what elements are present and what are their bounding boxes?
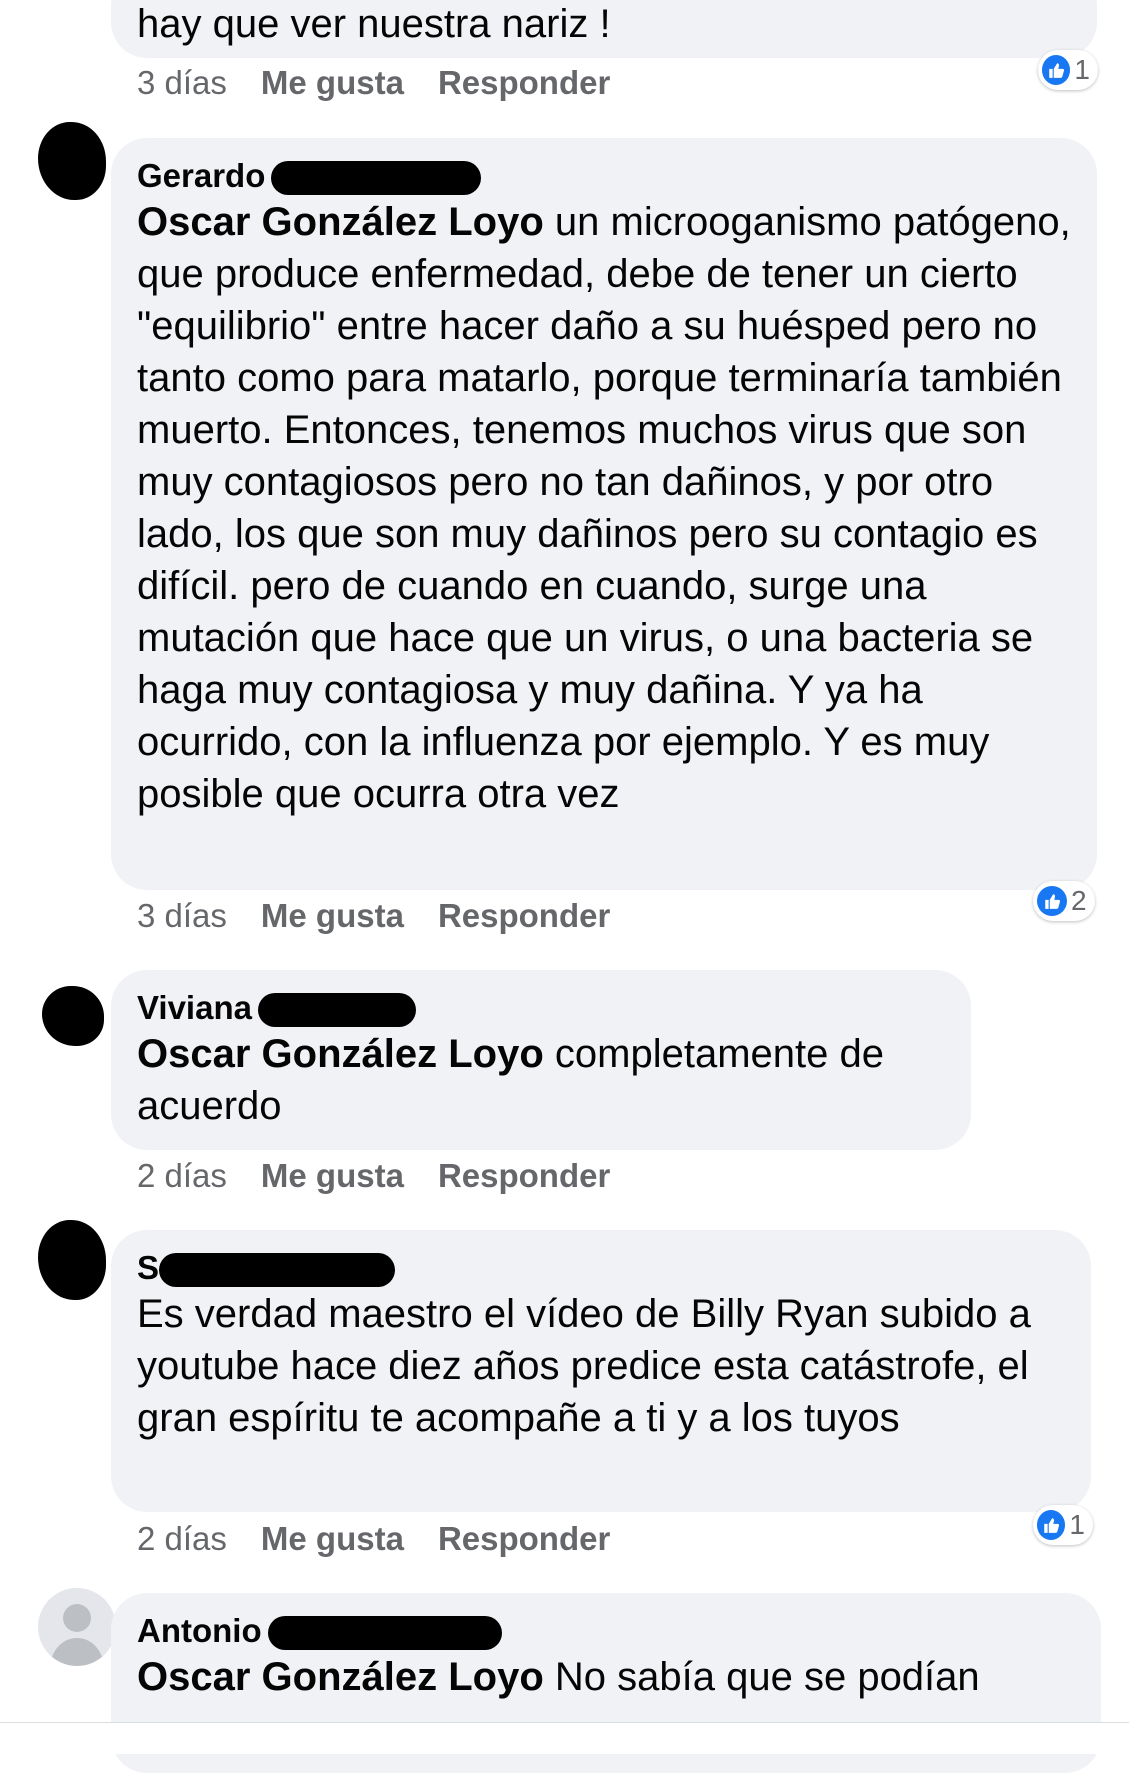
- redaction-mark: [159, 1253, 396, 1288]
- reaction-number: 1: [1074, 54, 1090, 85]
- comment-actions: 2 días Me gusta Responder: [137, 1157, 610, 1195]
- comment-author[interactable]: Antonio: [137, 1611, 1075, 1651]
- reaction-count[interactable]: 1: [1038, 50, 1098, 90]
- comment-text: Oscar González Loyo un microoganismo pat…: [137, 196, 1071, 820]
- reaction-number: 1: [1069, 1509, 1085, 1540]
- comment-author[interactable]: Viviana: [137, 988, 945, 1028]
- author-name: Viviana: [137, 989, 252, 1026]
- author-name: Antonio: [137, 1612, 262, 1649]
- comment-body: No sabía que se podían: [543, 1655, 980, 1699]
- comment-composer-bar[interactable]: [0, 1722, 1129, 1754]
- comment-actions: 3 días Me gusta Responder: [137, 64, 610, 102]
- avatar[interactable]: [42, 986, 104, 1046]
- reply-link[interactable]: Responder: [438, 64, 610, 101]
- comment-actions: 3 días Me gusta Responder: [137, 897, 610, 935]
- comment-time[interactable]: 3 días: [137, 64, 227, 101]
- comment-time[interactable]: 2 días: [137, 1520, 227, 1557]
- reaction-count[interactable]: 1: [1033, 1505, 1093, 1545]
- comment-text: hay que ver nuestra nariz !: [137, 2, 611, 46]
- comment-time[interactable]: 2 días: [137, 1157, 227, 1194]
- comment-actions: 2 días Me gusta Responder: [137, 1520, 610, 1558]
- redaction-mark: [271, 161, 482, 196]
- reply-link[interactable]: Responder: [438, 1157, 610, 1194]
- default-avatar-icon[interactable]: [38, 1588, 116, 1666]
- reply-link[interactable]: Responder: [438, 1520, 610, 1557]
- comment-text: Oscar González Loyo completamente de acu…: [137, 1028, 945, 1132]
- like-link[interactable]: Me gusta: [261, 64, 404, 101]
- author-name: Gerardo: [137, 157, 266, 194]
- redaction-mark: [267, 1616, 502, 1651]
- comment-bubble: hay que ver nuestra nariz !: [111, 0, 1097, 58]
- mention-link[interactable]: Oscar González Loyo: [137, 200, 544, 244]
- comment-text: Es verdad maestro el vídeo de Billy Ryan…: [137, 1292, 1031, 1440]
- reaction-count[interactable]: 2: [1033, 881, 1095, 921]
- mention-link[interactable]: Oscar González Loyo: [137, 1032, 544, 1076]
- like-link[interactable]: Me gusta: [261, 897, 404, 934]
- redaction-mark: [257, 993, 416, 1028]
- comment-body: un microoganismo patógeno, que produce e…: [137, 200, 1071, 816]
- comment-bubble: Viviana Oscar González Loyo completament…: [111, 970, 971, 1150]
- like-link[interactable]: Me gusta: [261, 1520, 404, 1557]
- comment-author[interactable]: Gerardo: [137, 156, 1071, 196]
- reaction-number: 2: [1071, 885, 1087, 916]
- like-link[interactable]: Me gusta: [261, 1157, 404, 1194]
- reply-link[interactable]: Responder: [438, 897, 610, 934]
- comment-bubble: S Es verdad maestro el vídeo de Billy Ry…: [111, 1230, 1091, 1512]
- comment-bubble: Gerardo Oscar González Loyo un microogan…: [111, 138, 1097, 890]
- comment-text: Oscar González Loyo No sabía que se podí…: [137, 1651, 1075, 1703]
- like-thumb-icon: [1037, 886, 1067, 916]
- comment-author[interactable]: S: [137, 1248, 1065, 1288]
- like-thumb-icon: [1037, 1510, 1066, 1540]
- author-name: S: [137, 1249, 160, 1286]
- like-thumb-icon: [1042, 55, 1071, 85]
- mention-link[interactable]: Oscar González Loyo: [137, 1655, 544, 1699]
- avatar[interactable]: [38, 122, 106, 200]
- avatar[interactable]: [38, 1220, 106, 1300]
- comment-time[interactable]: 3 días: [137, 897, 227, 934]
